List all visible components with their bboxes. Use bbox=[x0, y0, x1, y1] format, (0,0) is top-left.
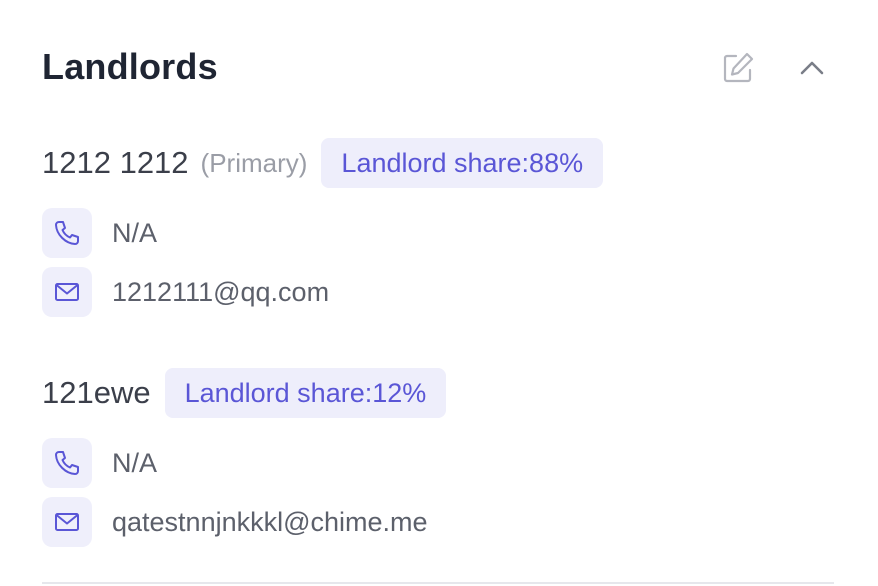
email-icon-box bbox=[42, 497, 92, 547]
phone-value: N/A bbox=[112, 217, 158, 248]
landlord-name: 1212 1212 bbox=[42, 145, 189, 180]
email-row: qatestnnjnkkkl@chime.me bbox=[42, 497, 428, 547]
email-value[interactable]: 1212111@qq.com bbox=[112, 277, 329, 308]
phone-icon bbox=[55, 451, 79, 475]
email-icon-box bbox=[42, 267, 92, 317]
section-header: Landlords bbox=[42, 40, 834, 96]
landlord-card: 121ewe Landlord share:12% N/A qatestnnjn… bbox=[42, 368, 834, 547]
phone-row: N/A bbox=[42, 208, 157, 258]
phone-icon-box bbox=[42, 438, 92, 488]
landlord-share-badge: Landlord share:12% bbox=[164, 368, 447, 418]
email-icon bbox=[55, 283, 79, 301]
section-title: Landlords bbox=[42, 46, 218, 87]
chevron-up-icon bbox=[800, 61, 824, 75]
phone-row: N/A bbox=[42, 438, 157, 488]
primary-label: (Primary) bbox=[200, 147, 308, 178]
section-divider bbox=[42, 582, 834, 584]
collapse-button[interactable] bbox=[790, 46, 834, 90]
landlords-panel: Landlords 1212 1212 (Primary) Landlord s… bbox=[0, 0, 878, 586]
email-row: 1212111@qq.com bbox=[42, 267, 329, 317]
phone-icon bbox=[55, 221, 79, 245]
header-actions bbox=[716, 46, 834, 90]
phone-value: N/A bbox=[112, 447, 158, 478]
edit-icon bbox=[723, 52, 754, 83]
edit-button[interactable] bbox=[716, 46, 760, 90]
landlord-share-badge: Landlord share:88% bbox=[321, 138, 604, 188]
landlord-card: 1212 1212 (Primary) Landlord share:88% N… bbox=[42, 138, 834, 317]
landlord-name: 121ewe bbox=[42, 375, 151, 410]
email-value[interactable]: qatestnnjnkkkl@chime.me bbox=[112, 507, 428, 538]
phone-icon-box bbox=[42, 208, 92, 258]
email-icon bbox=[55, 513, 79, 531]
landlord-name-row: 1212 1212 (Primary) Landlord share:88% bbox=[42, 138, 834, 188]
landlord-name-row: 121ewe Landlord share:12% bbox=[42, 368, 834, 418]
